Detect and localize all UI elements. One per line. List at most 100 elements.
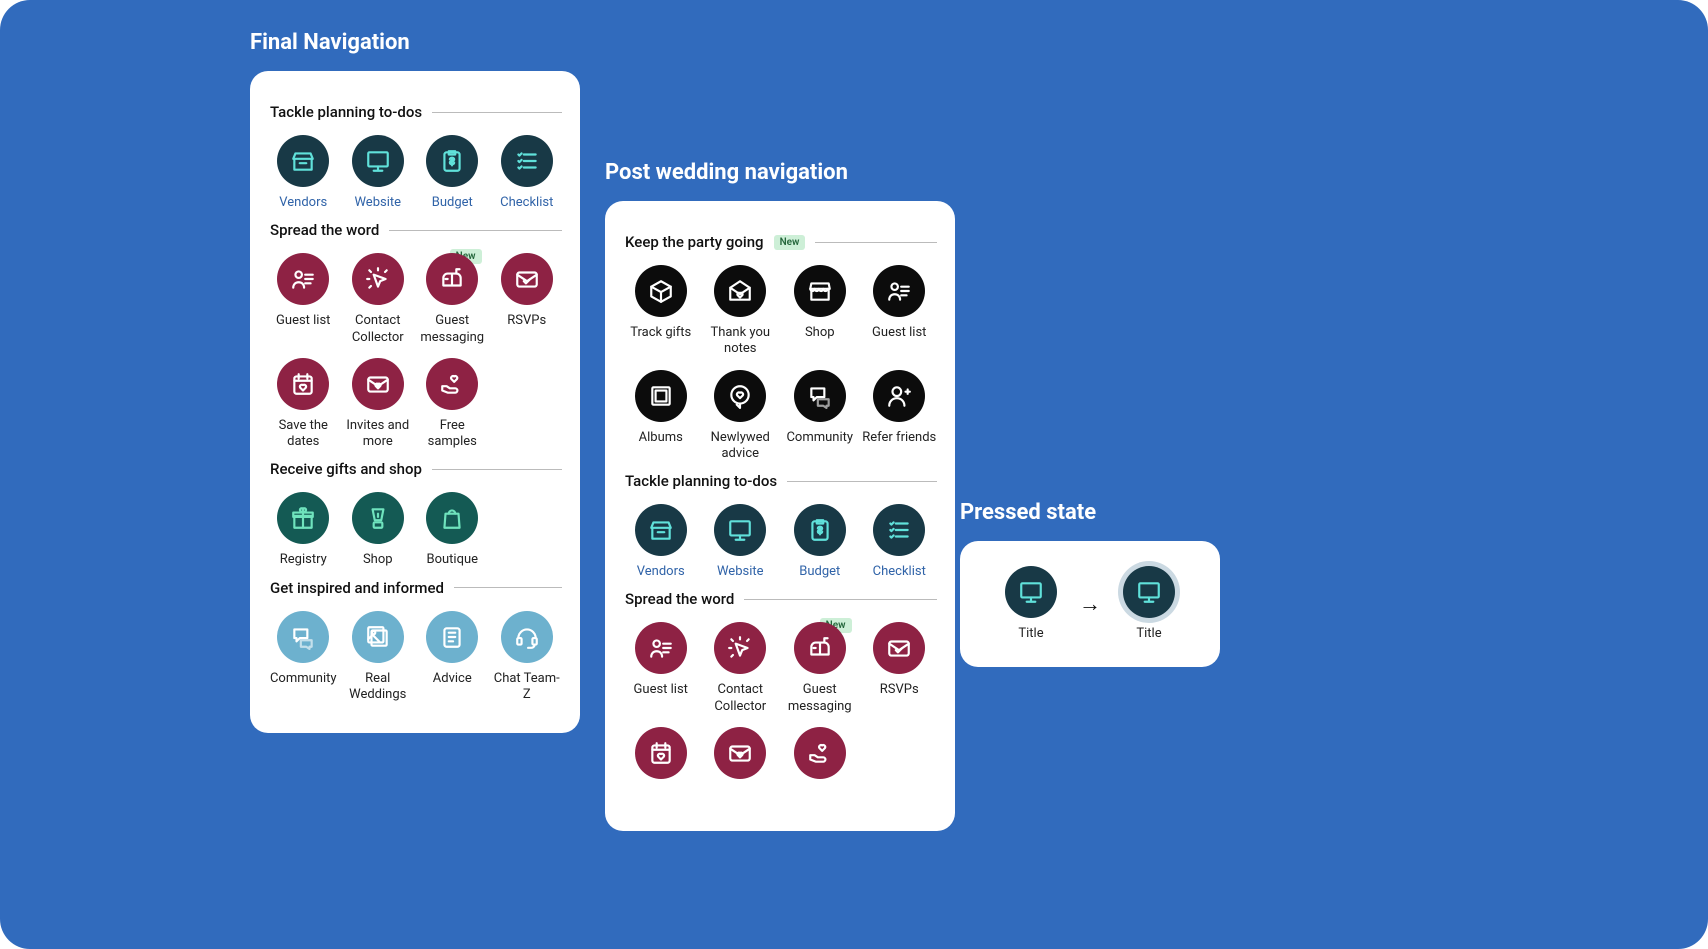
- item-label: Checklist: [500, 195, 553, 211]
- guest-list-spread-item[interactable]: Guest list: [623, 622, 699, 715]
- rsvps-post-item[interactable]: RSVPs: [862, 622, 938, 715]
- guest-list-icon: [635, 622, 687, 674]
- save-dates-post-item[interactable]: [623, 727, 699, 787]
- guest-list-icon: [873, 265, 925, 317]
- envelope-heart-open-icon: [714, 265, 766, 317]
- community-post-item[interactable]: Community: [782, 370, 858, 463]
- shopping-bag-icon: [426, 492, 478, 544]
- section-header-spread: Spread the word: [270, 221, 562, 239]
- invites-post-item[interactable]: [703, 727, 779, 787]
- refer-friends-item[interactable]: Refer friends: [862, 370, 938, 463]
- guest-list-item[interactable]: Guest list: [268, 253, 339, 346]
- invites-item[interactable]: Invites and more: [343, 358, 414, 451]
- free-samples-item[interactable]: Free samples: [417, 358, 488, 451]
- envelope-check-icon: [501, 253, 553, 305]
- item-label: Albums: [639, 430, 683, 446]
- planning-post-grid: Vendors Website Budget Checklist: [623, 504, 937, 580]
- pressed-active-item[interactable]: Title: [1123, 566, 1175, 642]
- item-label: RSVPs: [507, 313, 546, 329]
- budget-post-item[interactable]: Budget: [782, 504, 858, 580]
- spread-grid: Guest list Contact Collector NewGuest me…: [268, 253, 562, 450]
- real-weddings-item[interactable]: Real Weddings: [343, 611, 414, 704]
- hand-heart-icon: [426, 358, 478, 410]
- guest-messaging-item[interactable]: NewGuest messaging: [417, 253, 488, 346]
- mailbox-icon: [426, 253, 478, 305]
- pressed-normal-item[interactable]: Title: [1005, 566, 1057, 642]
- item-label: Title: [1136, 626, 1161, 642]
- hand-heart-icon: [794, 727, 846, 779]
- item-label: Community: [270, 671, 337, 687]
- guest-messaging-post-item[interactable]: NewGuest messaging: [782, 622, 858, 715]
- boutique-item[interactable]: Boutique: [417, 492, 488, 568]
- section-header-inspired: Get inspired and informed: [270, 579, 562, 597]
- headset-icon: [501, 611, 553, 663]
- final-nav-title: Final Navigation: [250, 30, 580, 55]
- store-icon: [635, 504, 687, 556]
- vendors-item[interactable]: Vendors: [268, 135, 339, 211]
- website-post-item[interactable]: Website: [703, 504, 779, 580]
- budget-item[interactable]: Budget: [417, 135, 488, 211]
- guest-list-post-item[interactable]: Guest list: [862, 265, 938, 358]
- registry-item[interactable]: Registry: [268, 492, 339, 568]
- item-label: Title: [1018, 626, 1043, 642]
- free-samples-post-item[interactable]: [782, 727, 858, 787]
- calendar-heart-icon: [635, 727, 687, 779]
- item-label: Contact Collector: [343, 313, 414, 346]
- item-label: Vendors: [279, 195, 327, 211]
- cursor-click-icon: [714, 622, 766, 674]
- item-label: Guest messaging: [417, 313, 488, 346]
- albums-item[interactable]: Albums: [623, 370, 699, 463]
- checklist-post-item[interactable]: Checklist: [862, 504, 938, 580]
- person-plus-icon: [873, 370, 925, 422]
- shop-post-item[interactable]: Shop: [782, 265, 858, 358]
- envelope-heart-icon: [714, 727, 766, 779]
- item-label: RSVPs: [880, 682, 919, 698]
- monitor-icon: [352, 135, 404, 187]
- item-label: Community: [786, 430, 853, 446]
- envelope-heart-icon: [352, 358, 404, 410]
- arrow-right-icon: →: [1079, 591, 1101, 617]
- mailbox-icon: [794, 622, 846, 674]
- checklist-icon: [501, 135, 553, 187]
- party-grid: Track gifts Thank you notes Shop Guest l…: [623, 265, 937, 462]
- post-nav-panel: Keep the party going New Track gifts Tha…: [605, 201, 955, 831]
- section-header-gifts: Receive gifts and shop: [270, 460, 562, 478]
- shop-item[interactable]: Shop: [343, 492, 414, 568]
- money-clipboard-icon: [426, 135, 478, 187]
- item-label: Guest messaging: [782, 682, 858, 715]
- track-gifts-item[interactable]: Track gifts: [623, 265, 699, 358]
- checklist-icon: [873, 504, 925, 556]
- section-label: Get inspired and informed: [270, 579, 444, 597]
- book-icon: [426, 611, 478, 663]
- divider: [454, 587, 562, 588]
- checklist-item[interactable]: Checklist: [492, 135, 563, 211]
- item-label: Contact Collector: [703, 682, 779, 715]
- store-icon: [277, 135, 329, 187]
- gifts-grid: Registry Shop Boutique: [268, 492, 562, 568]
- item-label: Website: [354, 195, 401, 211]
- chat-team-z-item[interactable]: Chat Team-Z: [492, 611, 563, 704]
- divider: [432, 469, 562, 470]
- thank-you-notes-item[interactable]: Thank you notes: [703, 265, 779, 358]
- contact-collector-item[interactable]: Contact Collector: [343, 253, 414, 346]
- pressed-panel: Title → Title: [960, 541, 1220, 667]
- website-item[interactable]: Website: [343, 135, 414, 211]
- item-label: Vendors: [637, 564, 685, 580]
- chat-bubbles-icon: [794, 370, 846, 422]
- calendar-heart-icon: [277, 358, 329, 410]
- advice-item[interactable]: Advice: [417, 611, 488, 704]
- community-item[interactable]: Community: [268, 611, 339, 704]
- pressed-title: Pressed state: [960, 500, 1220, 525]
- newlywed-advice-item[interactable]: Newlywed advice: [703, 370, 779, 463]
- vendors-post-item[interactable]: Vendors: [623, 504, 699, 580]
- save-dates-item[interactable]: Save the dates: [268, 358, 339, 451]
- item-label: Real Weddings: [343, 671, 414, 704]
- section-header-spread-post: Spread the word: [625, 590, 937, 608]
- monitor-icon: [714, 504, 766, 556]
- chat-bubbles-icon: [277, 611, 329, 663]
- contact-collector-post-item[interactable]: Contact Collector: [703, 622, 779, 715]
- package-icon: [635, 265, 687, 317]
- heart-speech-icon: [714, 370, 766, 422]
- rsvps-item[interactable]: RSVPs: [492, 253, 563, 346]
- blender-icon: [352, 492, 404, 544]
